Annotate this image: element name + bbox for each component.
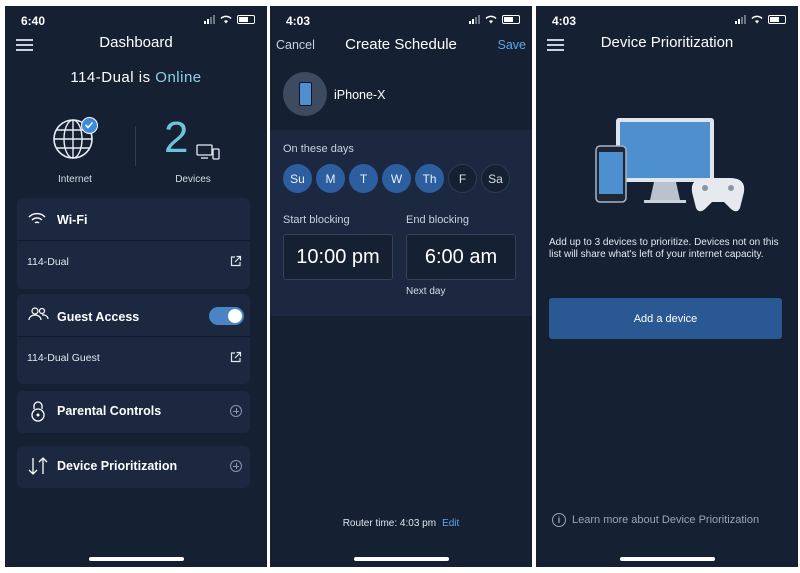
day-friday[interactable]: F [448, 164, 477, 193]
check-icon [81, 117, 98, 134]
wifi-card: Wi-Fi 114-Dual [17, 198, 250, 289]
days-label: On these days [283, 143, 354, 155]
wifi-title[interactable]: Wi-Fi [57, 213, 87, 227]
signal-icon [735, 15, 746, 24]
day-wednesday[interactable]: W [382, 164, 411, 193]
divider [17, 336, 250, 337]
start-time-picker[interactable]: 10:00 pm [283, 234, 393, 280]
internet-label: Internet [58, 174, 92, 185]
create-schedule-screen: 4:03 Cancel Create Schedule Save iPhone-… [270, 6, 532, 567]
device-prioritization-card[interactable]: Device Prioritization [17, 446, 250, 488]
wifi-network-name: 114-Dual [27, 256, 69, 268]
day-thursday[interactable]: Th [415, 164, 444, 193]
guest-access-title[interactable]: Guest Access [57, 310, 139, 324]
sort-arrows-icon [28, 457, 48, 475]
dashboard-screen: 6:40 Dashboard 114-Dual is Online Intern… [5, 6, 267, 567]
guest-network-name: 114-Dual Guest [27, 352, 100, 364]
day-tuesday[interactable]: T [349, 164, 378, 193]
system-indicators [204, 15, 255, 24]
devices-count[interactable]: 2 [164, 116, 188, 160]
system-indicators [469, 15, 520, 24]
status-bar: 4:03 [270, 6, 532, 34]
signal-icon [204, 15, 215, 24]
save-button[interactable]: Save [498, 38, 527, 52]
signal-icon [469, 15, 480, 24]
page-title: Create Schedule [345, 36, 457, 53]
status-bar: 6:40 [5, 6, 267, 34]
page-title: Dashboard [99, 34, 173, 51]
device-prioritization-screen: 4:03 Device Prioritization Add up to 3 d… [536, 6, 798, 567]
wifi-icon [28, 212, 46, 224]
wifi-status-icon [485, 15, 497, 24]
phone-device-icon [283, 72, 327, 116]
day-selector: Su M T W Th F Sa [283, 164, 510, 193]
wifi-status-icon [220, 15, 232, 24]
status-time: 6:40 [21, 14, 46, 28]
prioritization-description: Add up to 3 devices to prioritize. Devic… [549, 237, 779, 260]
guest-access-toggle[interactable] [209, 307, 244, 325]
end-blocking-label: End blocking [406, 214, 469, 226]
battery-icon [502, 15, 520, 24]
network-status: 114-Dual is Online [70, 69, 202, 86]
device-name: iPhone-X [334, 88, 386, 102]
battery-icon [768, 15, 786, 24]
page-title: Device Prioritization [600, 34, 734, 51]
battery-icon [237, 15, 255, 24]
add-device-button[interactable]: Add a device [549, 298, 782, 339]
devices-icon [196, 144, 220, 160]
next-day-label: Next day [406, 286, 446, 297]
day-saturday[interactable]: Sa [481, 164, 510, 193]
parental-controls-card[interactable]: Parental Controls [17, 391, 250, 433]
wifi-status-icon [751, 15, 763, 24]
add-circle-icon[interactable] [230, 405, 242, 417]
home-indicator[interactable] [89, 557, 184, 561]
system-indicators [735, 15, 786, 24]
info-icon: i [552, 513, 566, 527]
guests-icon [28, 307, 49, 321]
day-sunday[interactable]: Su [283, 164, 312, 193]
home-indicator[interactable] [620, 557, 715, 561]
parental-controls-title[interactable]: Parental Controls [57, 404, 161, 418]
external-link-icon[interactable] [230, 255, 242, 267]
edit-router-time-link[interactable]: Edit [442, 518, 459, 529]
day-monday[interactable]: M [316, 164, 345, 193]
home-indicator[interactable] [354, 557, 449, 561]
add-circle-icon[interactable] [230, 460, 242, 472]
status-time: 4:03 [286, 14, 311, 28]
divider [135, 126, 136, 166]
end-time-picker[interactable]: 6:00 am [406, 234, 516, 280]
status-time: 4:03 [552, 14, 577, 28]
guest-access-card: Guest Access 114-Dual Guest [17, 294, 250, 384]
start-blocking-label: Start blocking [283, 214, 350, 226]
devices-label: Devices [175, 174, 211, 185]
lock-icon [31, 401, 45, 422]
external-link-icon[interactable] [230, 351, 242, 363]
status-bar: 4:03 [536, 6, 798, 34]
device-prioritization-title[interactable]: Device Prioritization [57, 459, 177, 473]
router-time: Router time: 4:03 pm Edit [342, 518, 460, 529]
schedule-panel: On these days Su M T W Th F Sa Start blo… [270, 130, 532, 316]
devices-illustration [595, 118, 745, 212]
learn-more-link[interactable]: i Learn more about Device Prioritization [552, 513, 759, 527]
divider [17, 240, 250, 241]
